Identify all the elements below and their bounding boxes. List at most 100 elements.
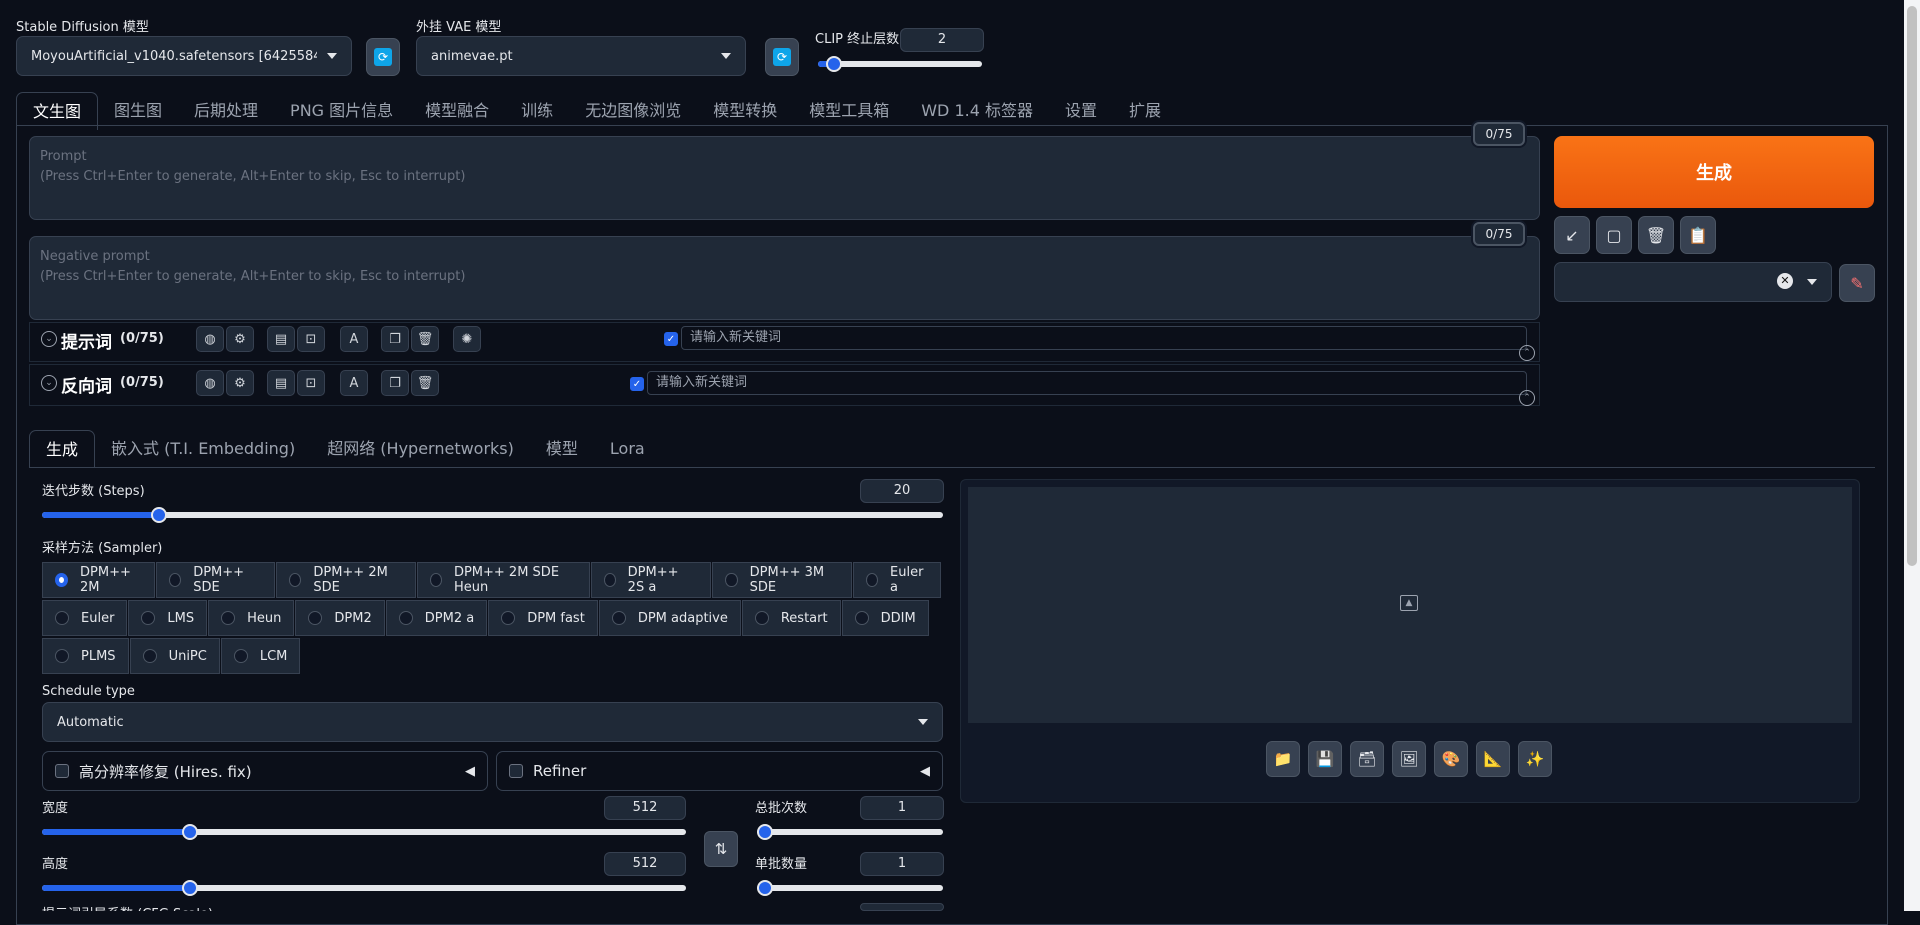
bookmark-icon[interactable]: ⊡ [297,370,325,396]
gear-icon[interactable]: ⚙ [226,370,254,396]
negative-keyword-input[interactable]: 请输入新关键词 [647,371,1527,395]
sampler-option[interactable]: Euler a [853,562,941,598]
upscale-button[interactable]: ✨ [1518,741,1552,777]
swap-dimensions-button[interactable]: ⇅ [704,831,738,867]
collapse-up-icon[interactable]: ⌃ [1519,390,1535,406]
bookmark-icon[interactable]: ⊡ [297,326,325,352]
keyword-checkbox[interactable]: ✓ [664,332,678,346]
sampler-option[interactable]: DPM++ 2S a [590,562,712,598]
openai-icon[interactable]: ✺ [453,326,481,352]
width-slider[interactable] [42,824,686,840]
hires-fix-checkbox[interactable] [55,764,69,778]
radio-icon[interactable] [169,573,182,587]
clip-value-input[interactable]: 2 [900,28,984,52]
sampler-option[interactable]: DPM++ SDE [156,562,276,598]
schedule-dropdown[interactable]: Automatic [42,702,943,742]
radio-icon[interactable] [55,649,69,663]
history-icon[interactable]: ▤ [267,370,295,396]
send-to-img2img-button[interactable]: 🖼 [1392,741,1426,777]
negative-prompt-textarea[interactable]: Negative prompt (Press Ctrl+Enter to gen… [29,236,1540,320]
copy-icon[interactable]: ❐ [381,326,409,352]
generate-button[interactable]: 生成 [1554,136,1874,208]
radio-icon[interactable] [501,611,516,625]
sampler-option[interactable]: DDIM [841,600,929,636]
hires-fix-accordion[interactable]: 高分辨率修复 (Hires. fix) ◀ [42,751,488,791]
tab-0[interactable]: 生成 [29,430,96,468]
edit-styles-button[interactable]: ✎ [1839,264,1875,302]
globe-icon[interactable]: ◍ [196,370,224,396]
translate-icon[interactable]: A [340,326,368,352]
batch-size-slider[interactable] [757,880,943,896]
send-to-inpaint-button[interactable]: 🎨 [1434,741,1468,777]
height-input[interactable]: 512 [604,852,686,876]
radio-icon[interactable] [611,611,626,625]
height-slider[interactable] [42,880,686,896]
prompt-keyword-input[interactable]: 请输入新关键词 [681,326,1527,350]
radio-icon[interactable] [398,611,413,625]
image-gallery[interactable]: ▲ [968,487,1852,723]
radio-icon[interactable] [221,611,236,625]
slider-knob[interactable] [757,880,773,896]
radio-icon[interactable] [55,573,68,587]
clear-prompt-button[interactable]: ▢ [1596,216,1632,254]
scrollbar-thumb[interactable] [1907,6,1917,566]
history-icon[interactable]: ▤ [267,326,295,352]
chevron-circle-icon[interactable]: ⌄ [41,375,57,391]
sampler-option[interactable]: Restart [741,600,841,636]
slider-knob[interactable] [757,824,773,840]
translate-icon[interactable]: A [340,370,368,396]
steps-slider[interactable] [42,507,943,523]
sampler-option[interactable]: DPM2 a [385,600,488,636]
radio-icon[interactable] [142,649,157,663]
clip-slider[interactable] [818,56,982,72]
globe-icon[interactable]: ◍ [196,326,224,352]
tab-4[interactable]: Lora [594,430,661,468]
radio-icon[interactable] [603,573,616,587]
sampler-option[interactable]: Euler [42,600,128,636]
radio-icon[interactable] [233,649,248,663]
radio-icon[interactable] [725,573,738,587]
tab-3[interactable]: 模型 [530,430,594,468]
sampler-option[interactable]: LCM [220,638,301,674]
slider-knob[interactable] [151,507,167,523]
sampler-option[interactable]: DPM adaptive [598,600,741,636]
refiner-accordion[interactable]: Refiner ◀ [496,751,943,791]
trash-icon[interactable]: 🗑 [411,370,439,396]
sampler-option[interactable]: PLMS [42,638,129,674]
radio-icon[interactable] [308,611,323,625]
sampler-option[interactable]: LMS [128,600,208,636]
batch-size-input[interactable]: 1 [860,852,944,876]
read-params-button[interactable]: ↙ [1554,216,1590,254]
radio-icon[interactable] [754,611,769,625]
clear-icon[interactable]: ✕ [1777,273,1793,289]
prompt-textarea[interactable]: Prompt (Press Ctrl+Enter to generate, Al… [29,136,1540,220]
radio-icon[interactable] [141,611,156,625]
page-scrollbar[interactable] [1904,0,1920,911]
trash-button[interactable]: 🗑 [1638,216,1674,254]
zip-button[interactable]: 🗃 [1350,741,1384,777]
batch-count-slider[interactable] [757,824,943,840]
chevron-circle-icon[interactable]: ⌄ [41,331,57,347]
radio-icon[interactable] [55,611,69,625]
slider-knob[interactable] [182,880,198,896]
batch-count-input[interactable]: 1 [860,796,944,820]
sampler-option[interactable]: DPM2 [295,600,385,636]
cfg-input[interactable] [860,903,944,911]
radio-icon[interactable] [289,573,302,587]
gear-icon[interactable]: ⚙ [226,326,254,352]
steps-input[interactable]: 20 [860,479,944,503]
sampler-option[interactable]: DPM fast [488,600,598,636]
slider-knob[interactable] [826,56,842,72]
send-to-extras-button[interactable]: 📐 [1476,741,1510,777]
trash-icon[interactable]: 🗑 [411,326,439,352]
sampler-option[interactable]: UniPC [129,638,220,674]
tab-2[interactable]: 超网络 (Hypernetworks) [311,430,530,468]
refresh-model-button[interactable]: ⟳ [366,38,400,76]
save-button[interactable]: 💾 [1308,741,1342,777]
radio-icon[interactable] [854,611,869,625]
sampler-option[interactable]: DPM++ 2M [42,562,156,598]
sampler-option[interactable]: Heun [208,600,295,636]
sampler-option[interactable]: DPM++ 2M SDE [276,562,416,598]
clipboard-button[interactable]: 📋 [1680,216,1716,254]
tab-1[interactable]: 嵌入式 (T.I. Embedding) [95,430,311,468]
